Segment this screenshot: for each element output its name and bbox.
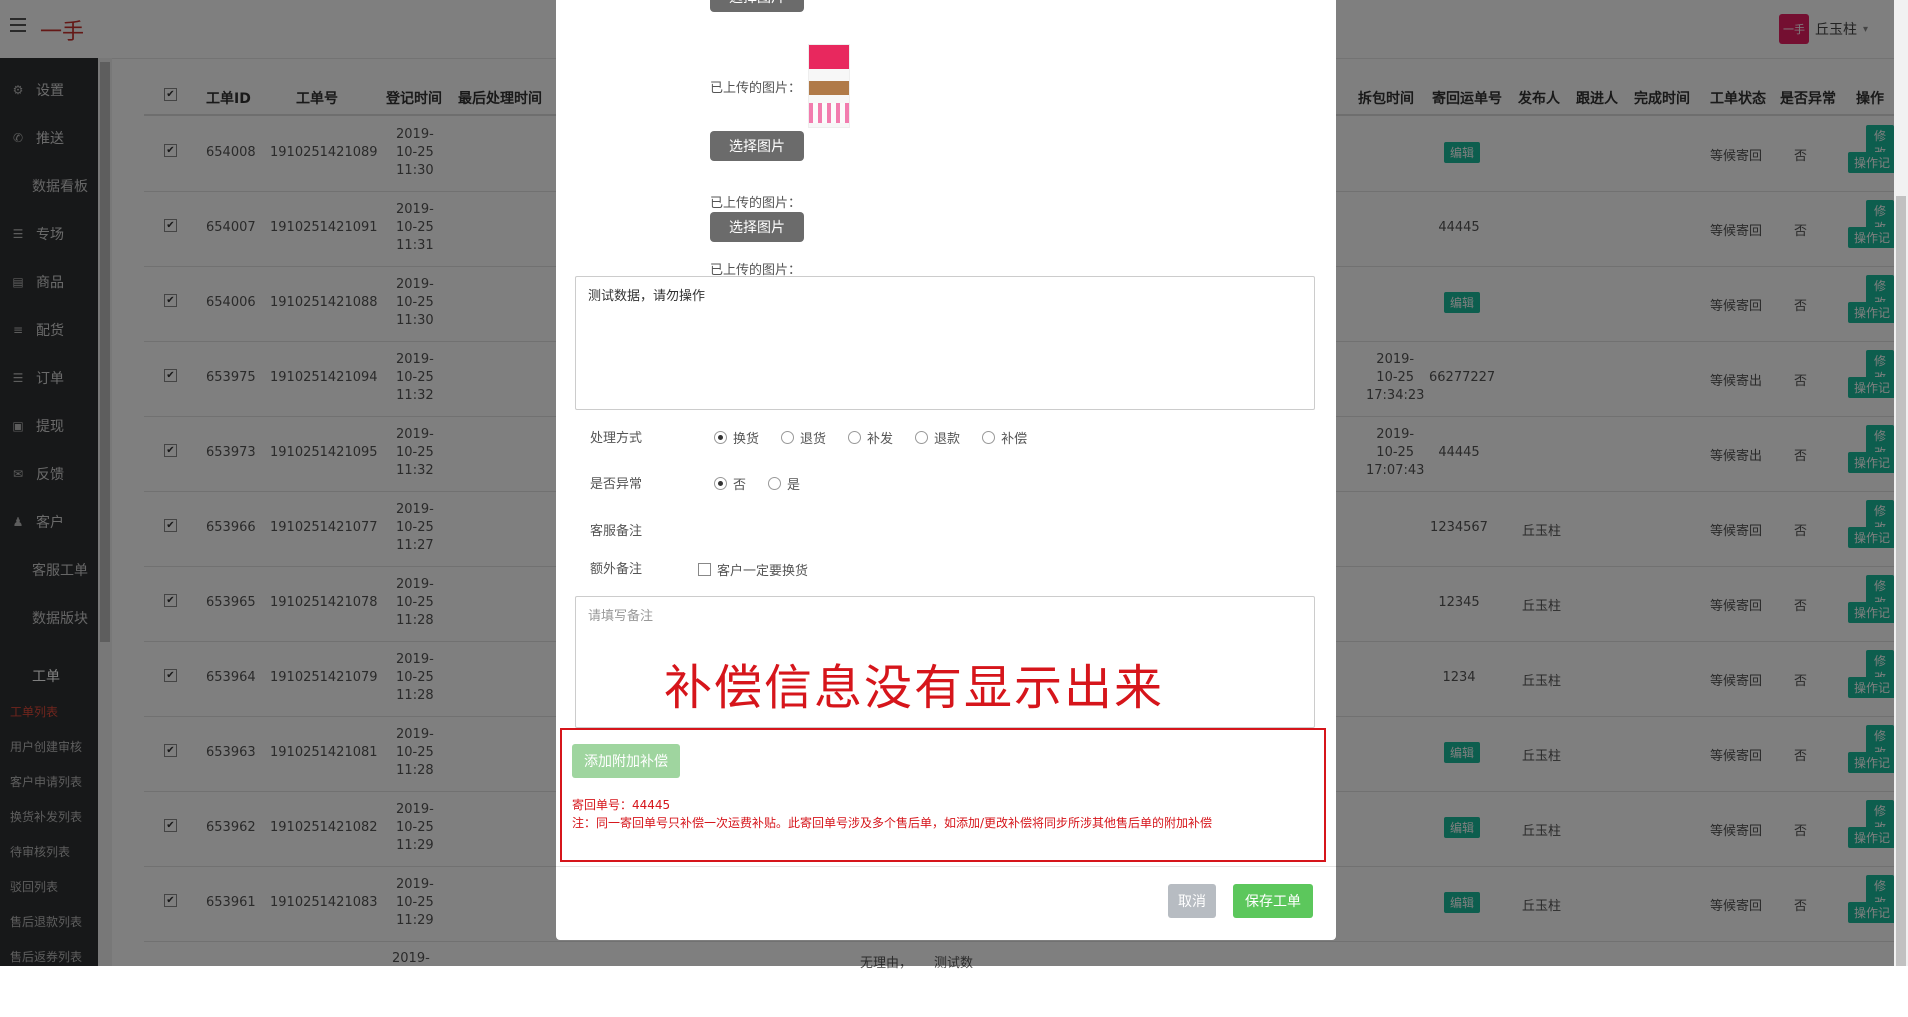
abnormal-option[interactable]: 是 [768,474,800,493]
cs-note-label: 客服备注 [590,524,643,539]
radio[interactable] [915,431,929,444]
uploaded-image-thumbnail[interactable] [808,44,850,128]
select-image-button-3[interactable]: 选择图片 [710,212,804,242]
radio[interactable] [982,431,996,444]
abnormal-label: 是否异常 [590,477,643,492]
page-scrollbar[interactable] [1894,0,1908,966]
edit-ticket-modal: 选择图片 已上传的图片： 选择图片 已上传的图片： 选择图片 已上传的图片： 测… [556,0,1336,940]
description-textarea[interactable]: 测试数据，请勿操作 [575,276,1315,410]
radio[interactable] [781,431,795,444]
uploaded-image-label: 已上传的图片： [710,81,802,96]
method-option[interactable]: 补偿 [982,428,1027,447]
save-ticket-button[interactable]: 保存工单 [1233,884,1313,918]
radio-checked[interactable] [714,431,727,444]
method-option[interactable]: 换货 [714,428,759,447]
method-option[interactable]: 退货 [781,428,826,447]
extra-checkbox-row[interactable]: 客户一定要换货 [698,560,808,579]
radio[interactable] [848,431,862,444]
method-option[interactable]: 补发 [848,428,893,447]
return-number-text: 寄回单号：44445 [572,798,671,812]
cancel-button[interactable]: 取消 [1168,884,1216,918]
select-image-button-2[interactable]: 选择图片 [710,131,804,161]
overlay-annotation-text: 补偿信息没有显示出来 [664,660,1165,716]
abnormal-radio-group: 否 是 [714,474,822,493]
modal-footer-divider [556,866,1336,867]
method-option[interactable]: 退款 [915,428,960,447]
method-radio-group: 换货 退货 补发 退款 补偿 [714,428,1049,447]
radio[interactable] [768,477,782,490]
select-image-button-1[interactable]: 选择图片 [710,0,804,12]
must-exchange-checkbox[interactable] [698,563,711,576]
method-label: 处理方式 [590,431,643,446]
extra-note-label: 额外备注 [590,562,643,577]
add-extra-compensation-button[interactable]: 添加附加补偿 [572,744,680,778]
uploaded-image-label: 已上传的图片： [710,196,802,211]
radio-checked[interactable] [714,477,727,490]
page-scroll-thumb[interactable] [1896,196,1906,966]
compensation-notice-text: 注：同一寄回单号只补偿一次运费补贴。此寄回单号涉及多个售后单，如添加/更改补偿将… [572,816,1213,830]
abnormal-option[interactable]: 否 [714,474,746,493]
